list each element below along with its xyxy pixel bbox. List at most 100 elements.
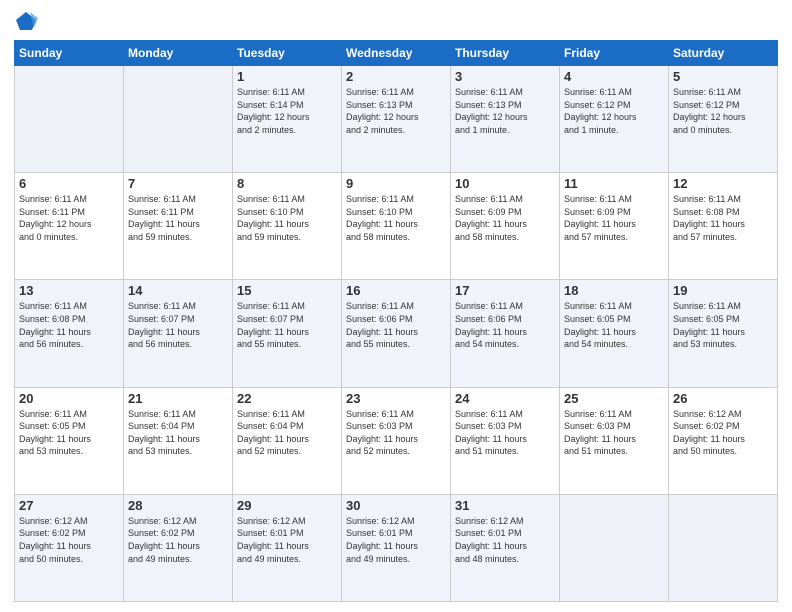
calendar-cell: 27 Sunrise: 6:12 AM Sunset: 6:02 PM Dayli… xyxy=(15,494,124,601)
logo xyxy=(14,10,38,32)
weekday-header-monday: Monday xyxy=(124,41,233,66)
calendar-cell xyxy=(669,494,778,601)
day-number: 19 xyxy=(673,283,773,298)
calendar-cell: 11 Sunrise: 6:11 AM Sunset: 6:09 PM Dayli… xyxy=(560,173,669,280)
day-info: Sunrise: 6:11 AM Sunset: 6:13 PM Dayligh… xyxy=(455,86,555,136)
day-number: 30 xyxy=(346,498,446,513)
weekday-header-saturday: Saturday xyxy=(669,41,778,66)
calendar-cell: 25Sunrise: 6:11 AM Sunset: 6:03 PM Dayli… xyxy=(560,387,669,494)
day-number: 29 xyxy=(237,498,337,513)
day-info: Sunrise: 6:11 AM Sunset: 6:11 PM Dayligh… xyxy=(128,193,228,243)
day-number: 10 xyxy=(455,176,555,191)
calendar-week-4: 20Sunrise: 6:11 AM Sunset: 6:05 PM Dayli… xyxy=(15,387,778,494)
page: SundayMondayTuesdayWednesdayThursdayFrid… xyxy=(0,0,792,612)
calendar-cell: 24Sunrise: 6:11 AM Sunset: 6:03 PM Dayli… xyxy=(451,387,560,494)
day-info: Sunrise: 6:11 AM Sunset: 6:11 PM Dayligh… xyxy=(19,193,119,243)
day-number: 26 xyxy=(673,391,773,406)
calendar-cell: 31 Sunrise: 6:12 AM Sunset: 6:01 PM Dayli… xyxy=(451,494,560,601)
day-info: Sunrise: 6:12 AM Sunset: 6:02 PM Dayligh… xyxy=(19,515,119,565)
calendar-cell: 20Sunrise: 6:11 AM Sunset: 6:05 PM Dayli… xyxy=(15,387,124,494)
day-info: Sunrise: 6:11 AM Sunset: 6:06 PM Dayligh… xyxy=(455,300,555,350)
day-number: 2 xyxy=(346,69,446,84)
calendar-cell: 12 Sunrise: 6:11 AM Sunset: 6:08 PM Dayli… xyxy=(669,173,778,280)
day-number: 3 xyxy=(455,69,555,84)
day-info: Sunrise: 6:11 AM Sunset: 6:09 PM Dayligh… xyxy=(455,193,555,243)
weekday-header-friday: Friday xyxy=(560,41,669,66)
day-info: Sunrise: 6:12 AM Sunset: 6:02 PM Dayligh… xyxy=(128,515,228,565)
day-number: 1 xyxy=(237,69,337,84)
calendar-cell: 2Sunrise: 6:11 AM Sunset: 6:13 PM Daylig… xyxy=(342,66,451,173)
day-info: Sunrise: 6:12 AM Sunset: 6:02 PM Dayligh… xyxy=(673,408,773,458)
calendar-cell: 17 Sunrise: 6:11 AM Sunset: 6:06 PM Dayli… xyxy=(451,280,560,387)
day-info: Sunrise: 6:11 AM Sunset: 6:05 PM Dayligh… xyxy=(673,300,773,350)
weekday-header-wednesday: Wednesday xyxy=(342,41,451,66)
day-number: 31 xyxy=(455,498,555,513)
calendar-cell xyxy=(560,494,669,601)
day-info: Sunrise: 6:11 AM Sunset: 6:07 PM Dayligh… xyxy=(128,300,228,350)
calendar-week-1: 1 Sunrise: 6:11 AM Sunset: 6:14 PM Daylig… xyxy=(15,66,778,173)
calendar-cell: 26 Sunrise: 6:12 AM Sunset: 6:02 PM Dayli… xyxy=(669,387,778,494)
day-number: 21 xyxy=(128,391,228,406)
calendar-cell: 10 Sunrise: 6:11 AM Sunset: 6:09 PM Dayli… xyxy=(451,173,560,280)
day-info: Sunrise: 6:11 AM Sunset: 6:08 PM Dayligh… xyxy=(19,300,119,350)
calendar-cell: 8 Sunrise: 6:11 AM Sunset: 6:10 PM Daylig… xyxy=(233,173,342,280)
day-number: 8 xyxy=(237,176,337,191)
logo-icon xyxy=(16,10,38,32)
day-info: Sunrise: 6:11 AM Sunset: 6:12 PM Dayligh… xyxy=(673,86,773,136)
day-number: 7 xyxy=(128,176,228,191)
day-info: Sunrise: 6:12 AM Sunset: 6:01 PM Dayligh… xyxy=(455,515,555,565)
day-number: 11 xyxy=(564,176,664,191)
calendar-cell: 3 Sunrise: 6:11 AM Sunset: 6:13 PM Daylig… xyxy=(451,66,560,173)
calendar-cell: 23 Sunrise: 6:11 AM Sunset: 6:03 PM Dayli… xyxy=(342,387,451,494)
day-info: Sunrise: 6:11 AM Sunset: 6:12 PM Dayligh… xyxy=(564,86,664,136)
day-number: 23 xyxy=(346,391,446,406)
day-number: 12 xyxy=(673,176,773,191)
calendar-cell: 15Sunrise: 6:11 AM Sunset: 6:07 PM Dayli… xyxy=(233,280,342,387)
day-info: Sunrise: 6:11 AM Sunset: 6:06 PM Dayligh… xyxy=(346,300,446,350)
day-number: 14 xyxy=(128,283,228,298)
day-info: Sunrise: 6:11 AM Sunset: 6:09 PM Dayligh… xyxy=(564,193,664,243)
calendar-week-2: 6 Sunrise: 6:11 AM Sunset: 6:11 PM Daylig… xyxy=(15,173,778,280)
day-info: Sunrise: 6:11 AM Sunset: 6:10 PM Dayligh… xyxy=(237,193,337,243)
calendar-cell: 1 Sunrise: 6:11 AM Sunset: 6:14 PM Daylig… xyxy=(233,66,342,173)
day-info: Sunrise: 6:11 AM Sunset: 6:03 PM Dayligh… xyxy=(346,408,446,458)
day-info: Sunrise: 6:11 AM Sunset: 6:03 PM Dayligh… xyxy=(564,408,664,458)
day-number: 9 xyxy=(346,176,446,191)
day-info: Sunrise: 6:11 AM Sunset: 6:03 PM Dayligh… xyxy=(455,408,555,458)
day-number: 18 xyxy=(564,283,664,298)
calendar-cell: 16 Sunrise: 6:11 AM Sunset: 6:06 PM Dayli… xyxy=(342,280,451,387)
day-info: Sunrise: 6:11 AM Sunset: 6:08 PM Dayligh… xyxy=(673,193,773,243)
day-info: Sunrise: 6:11 AM Sunset: 6:04 PM Dayligh… xyxy=(128,408,228,458)
day-number: 16 xyxy=(346,283,446,298)
day-number: 6 xyxy=(19,176,119,191)
day-number: 5 xyxy=(673,69,773,84)
calendar-cell: 7 Sunrise: 6:11 AM Sunset: 6:11 PM Daylig… xyxy=(124,173,233,280)
calendar-cell: 19 Sunrise: 6:11 AM Sunset: 6:05 PM Dayli… xyxy=(669,280,778,387)
day-info: Sunrise: 6:11 AM Sunset: 6:14 PM Dayligh… xyxy=(237,86,337,136)
calendar-cell: 6 Sunrise: 6:11 AM Sunset: 6:11 PM Daylig… xyxy=(15,173,124,280)
weekday-header-tuesday: Tuesday xyxy=(233,41,342,66)
calendar-week-3: 13 Sunrise: 6:11 AM Sunset: 6:08 PM Dayli… xyxy=(15,280,778,387)
day-info: Sunrise: 6:12 AM Sunset: 6:01 PM Dayligh… xyxy=(237,515,337,565)
calendar: SundayMondayTuesdayWednesdayThursdayFrid… xyxy=(14,40,778,602)
day-info: Sunrise: 6:11 AM Sunset: 6:10 PM Dayligh… xyxy=(346,193,446,243)
weekday-header-thursday: Thursday xyxy=(451,41,560,66)
calendar-cell: 30 Sunrise: 6:12 AM Sunset: 6:01 PM Dayli… xyxy=(342,494,451,601)
day-number: 27 xyxy=(19,498,119,513)
day-number: 4 xyxy=(564,69,664,84)
calendar-cell xyxy=(15,66,124,173)
calendar-cell: 14 Sunrise: 6:11 AM Sunset: 6:07 PM Dayli… xyxy=(124,280,233,387)
day-info: Sunrise: 6:11 AM Sunset: 6:04 PM Dayligh… xyxy=(237,408,337,458)
day-number: 17 xyxy=(455,283,555,298)
calendar-cell: 21 Sunrise: 6:11 AM Sunset: 6:04 PM Dayli… xyxy=(124,387,233,494)
day-number: 22 xyxy=(237,391,337,406)
day-info: Sunrise: 6:11 AM Sunset: 6:05 PM Dayligh… xyxy=(19,408,119,458)
weekday-header-sunday: Sunday xyxy=(15,41,124,66)
day-number: 13 xyxy=(19,283,119,298)
day-info: Sunrise: 6:12 AM Sunset: 6:01 PM Dayligh… xyxy=(346,515,446,565)
day-number: 15 xyxy=(237,283,337,298)
calendar-cell: 13 Sunrise: 6:11 AM Sunset: 6:08 PM Dayli… xyxy=(15,280,124,387)
calendar-cell xyxy=(124,66,233,173)
day-number: 28 xyxy=(128,498,228,513)
calendar-cell: 9 Sunrise: 6:11 AM Sunset: 6:10 PM Daylig… xyxy=(342,173,451,280)
